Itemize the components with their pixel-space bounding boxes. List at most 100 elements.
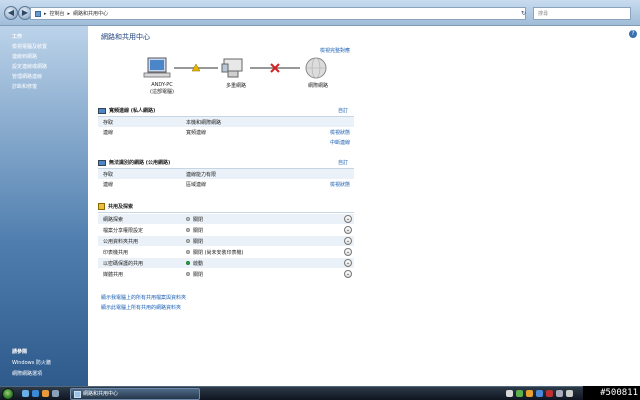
task-link-view-computers[interactable]: 檢視電腦及裝置 [12, 43, 47, 50]
see-also-heading: 請參閱 [12, 349, 28, 355]
breadcrumb-network-center[interactable]: 網路和共用中心 [73, 10, 108, 17]
start-orb-icon[interactable] [2, 388, 14, 400]
setting-name: 印表機共用 [103, 249, 129, 256]
back-button[interactable]: ◀ [4, 6, 18, 20]
switch-windows-icon[interactable] [52, 390, 59, 397]
tray-icon[interactable] [516, 390, 523, 397]
detail-value: 寬頻連線 [186, 129, 207, 136]
sharing-icon [98, 203, 105, 210]
setting-state: 關閉 (尚未安裝印表機) [193, 249, 244, 256]
search-placeholder: 搜尋 [538, 11, 549, 17]
status-off-icon [186, 217, 190, 221]
tray-icon[interactable] [526, 390, 533, 397]
view-status-link[interactable]: 檢視狀態 [330, 129, 350, 136]
volume-tray-icon[interactable] [566, 390, 573, 397]
network-tray-icon[interactable] [556, 390, 563, 397]
page-title: 網路和共用中心 [101, 33, 150, 41]
setting-name: 公用資料夾共用 [103, 238, 139, 245]
network-computer-icon [98, 159, 106, 166]
detail-key: 存取 [103, 171, 114, 178]
setting-name: 媒體共用 [103, 271, 124, 278]
internet-explorer-icon[interactable] [32, 390, 39, 397]
address-toolbar: ◀ ▶ ▸ 控制台 ▸ 網路和共用中心 ↻ 搜尋 [0, 0, 640, 26]
computer-icon[interactable] [143, 57, 171, 78]
address-bar[interactable]: ▸ 控制台 ▸ 網路和共用中心 [30, 7, 526, 20]
expand-chevron-icon[interactable]: ⌄ [344, 237, 352, 245]
sharing-row-printer: 印表機共用 關閉 (尚未安裝印表機) ⌄ [98, 247, 354, 257]
customize-link[interactable]: 自訂 [338, 159, 348, 166]
multiple-networks-icon[interactable] [221, 58, 243, 78]
disconnect-link[interactable]: 中斷連線 [330, 139, 350, 146]
show-shared-files-link[interactable]: 顯示我電腦上的所有共用檔案與資料夾 [101, 294, 186, 301]
task-pane: 工作 檢視電腦及裝置 連線到網路 設定連線或網路 管理網路連線 診斷和修復 請參… [0, 26, 88, 386]
network-header: 無法識別的網路 (公用網路) 自訂 [98, 157, 354, 169]
node-label-multiple-networks: 多重網路 [225, 83, 246, 89]
expand-chevron-icon[interactable]: ⌄ [344, 226, 352, 234]
view-status-link[interactable]: 檢視狀態 [330, 181, 350, 188]
refresh-icon[interactable]: ↻ [519, 7, 528, 20]
network-detail-row: 連線 區域連線 檢視狀態 [98, 179, 354, 189]
network-header: 寬頻連線 (私人網路) 自訂 [98, 105, 354, 117]
detail-value: 本機和網際網路 [186, 119, 222, 126]
computer-sublabel: (這部電腦) [150, 89, 174, 95]
show-shared-folders-link[interactable]: 顯示此電腦上所有共用的網路資料夾 [101, 304, 181, 311]
expand-chevron-icon[interactable]: ⌄ [344, 259, 352, 267]
tasks-heading: 工作 [12, 34, 23, 40]
network-action-row: 中斷連線 [98, 137, 354, 147]
see-also-firewall[interactable]: Windows 防火牆 [12, 359, 51, 366]
expand-chevron-icon[interactable]: ⌄ [344, 270, 352, 278]
task-link-manage-connections[interactable]: 管理網路連線 [12, 73, 42, 80]
show-desktop-icon[interactable] [22, 390, 29, 397]
task-link-diagnose-repair[interactable]: 診斷和修復 [12, 83, 37, 90]
sharing-row-file-sharing: 檔案分享權限設定 關閉 ⌄ [98, 225, 354, 235]
window-icon [74, 391, 81, 398]
task-link-setup-connection[interactable]: 設定連線或網路 [12, 63, 47, 70]
breadcrumb-control-panel[interactable]: 控制台 [50, 10, 65, 17]
search-input[interactable]: 搜尋 [533, 7, 631, 20]
status-off-icon [186, 250, 190, 254]
tray-icon[interactable] [546, 390, 553, 397]
detail-key: 連線 [103, 129, 114, 136]
sharing-row-media: 媒體共用 關閉 ⌄ [98, 269, 354, 279]
setting-state: 啟動 [193, 260, 204, 267]
network-name: 無法識別的網路 (公用網路) [109, 160, 171, 166]
taskbar-window-button[interactable]: 網路和共用中心 [70, 388, 200, 400]
sharing-row-password-protected: 以密碼保護的共用 啟動 ⌄ [98, 258, 354, 268]
setting-state: 關閉 [193, 216, 204, 223]
breadcrumb-separator-icon: ▸ [67, 10, 71, 17]
see-also-internet-options[interactable]: 網際網路選項 [12, 370, 42, 377]
status-off-icon [186, 272, 190, 276]
expand-chevron-icon[interactable]: ⌄ [344, 215, 352, 223]
customize-link[interactable]: 自訂 [338, 107, 348, 114]
view-full-map-link[interactable]: 檢視完整對應 [320, 47, 350, 54]
detail-key: 連線 [103, 181, 114, 188]
sharing-header: 共用及探索 [98, 201, 354, 213]
tray-icon[interactable] [536, 390, 543, 397]
tray-icon[interactable] [506, 390, 513, 397]
back-arrow-icon: ◀ [7, 8, 15, 17]
network-name: 寬頻連線 (私人網路) [109, 108, 156, 114]
network-detail-row: 存取 連線能力有限 [98, 169, 354, 179]
breadcrumb-separator-icon: ▸ [44, 10, 47, 17]
network-computer-icon [98, 107, 106, 114]
sharing-row-public-folder: 公用資料夾共用 關閉 ⌄ [98, 236, 354, 246]
status-off-icon [186, 239, 190, 243]
network-detail-row: 連線 寬頻連線 檢視狀態 [98, 127, 354, 137]
main-content: ? 網路和共用中心 檢視完整對應 ANDY-PC (這部電腦) 多重網路 網際網… [88, 26, 640, 386]
expand-chevron-icon[interactable]: ⌄ [344, 248, 352, 256]
network-detail-row: 存取 本機和網際網路 [98, 117, 354, 127]
media-player-icon[interactable] [42, 390, 49, 397]
detail-value: 區域連線 [186, 181, 207, 188]
setting-state: 關閉 [193, 271, 204, 278]
help-icon[interactable]: ? [629, 30, 637, 38]
internet-globe-icon[interactable] [305, 57, 327, 79]
sharing-row-network-discovery: 網路探索 關閉 ⌄ [98, 214, 354, 224]
detail-key: 存取 [103, 119, 114, 126]
status-off-icon [186, 228, 190, 232]
setting-name: 網路探索 [103, 216, 124, 223]
watermark-label: #500811 [583, 386, 640, 400]
detail-value: 連線能力有限 [186, 171, 217, 178]
window-button-label: 網路和共用中心 [83, 391, 119, 397]
taskbar: 網路和共用中心 [0, 386, 640, 400]
task-link-connect-network[interactable]: 連線到網路 [12, 53, 37, 60]
